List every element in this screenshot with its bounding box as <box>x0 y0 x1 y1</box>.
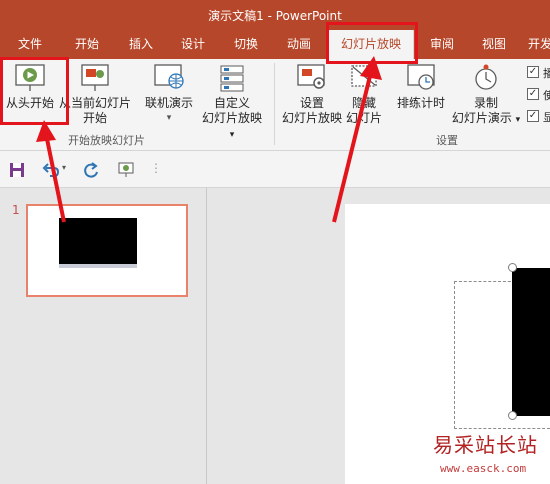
checkbox-show-media-controls[interactable]: ✓ 显 <box>525 109 550 124</box>
tab-home[interactable]: 开始 <box>65 30 109 59</box>
save-icon[interactable] <box>6 160 28 180</box>
undo-dropdown-arrow-icon[interactable]: ▾ <box>62 163 66 172</box>
window-title: 演示文稿1 - PowerPoint <box>208 9 342 23</box>
hide-slide-label: 隐藏 <box>351 96 376 110</box>
start-from-beginning-qat-icon[interactable] <box>116 160 138 180</box>
slide-thumbnail[interactable] <box>26 204 188 297</box>
from-current-label-2: 开始 <box>82 111 107 125</box>
undo-icon[interactable] <box>40 160 62 180</box>
tab-view[interactable]: 视图 <box>472 30 516 59</box>
custom-slideshow-icon <box>220 65 244 92</box>
record-slideshow-button[interactable]: 录制 幻灯片演示 ▾ <box>450 63 522 128</box>
setup-slideshow-label: 设置 <box>299 96 324 110</box>
slideshow-tab-highlight <box>326 22 418 64</box>
timer-icon <box>407 64 435 90</box>
tab-animations[interactable]: 动画 <box>277 30 321 59</box>
thumbnail-image <box>59 218 137 264</box>
record-icon <box>475 64 497 90</box>
tab-transitions[interactable]: 切换 <box>224 30 268 59</box>
watermark-text: 易采站长站 <box>433 433 538 457</box>
rehearse-timings-label: 排练计时 <box>396 96 445 110</box>
title-bar: 演示文稿1 - PowerPoint <box>0 0 550 30</box>
hide-slide-label-2: 幻灯片 <box>345 111 382 125</box>
slide-thumbnail-pane: 1 <box>0 188 206 484</box>
slide-number: 1 <box>12 203 20 217</box>
checkbox-tick-icon: ✓ <box>527 66 539 78</box>
from-beginning-highlight <box>0 57 69 125</box>
ribbon: 从头开始 从当前幻灯片 开始 联机演示 ▾ 自定义 幻灯片放映 ▾ 开始放映幻灯… <box>0 59 550 151</box>
present-online-button[interactable]: 联机演示 ▾ <box>140 63 198 126</box>
setup-slideshow-icon <box>297 64 325 89</box>
group-label-start-slideshow: 开始放映幻灯片 <box>68 134 145 147</box>
tab-developer[interactable]: 开发 <box>528 30 550 59</box>
custom-slideshow-label-2: 幻灯片放映 ▾ <box>201 111 262 140</box>
resize-handle[interactable] <box>508 263 517 272</box>
group-label-setup: 设置 <box>436 134 458 147</box>
tab-insert[interactable]: 插入 <box>119 30 163 59</box>
resize-handle[interactable] <box>508 411 517 420</box>
slide-image[interactable] <box>512 268 550 416</box>
tab-design[interactable]: 设计 <box>171 30 215 59</box>
dropdown-arrow-icon: ▾ <box>515 115 521 125</box>
globe-icon <box>154 64 184 89</box>
setup-slideshow-label-2: 幻灯片放映 <box>281 111 342 125</box>
checkbox-play-narrations[interactable]: ✓ 播 <box>525 65 550 80</box>
redo-icon[interactable] <box>80 160 102 180</box>
tab-review[interactable]: 审阅 <box>420 30 464 59</box>
hide-slide-button[interactable]: 隐藏 幻灯片 <box>344 63 384 126</box>
ribbon-tabs: 文件 开始 插入 设计 切换 动画 幻灯片放映 审阅 视图 开发 <box>0 30 550 59</box>
tab-file[interactable]: 文件 <box>8 30 52 59</box>
customize-qat-icon[interactable]: ⋮ <box>150 161 162 175</box>
quick-access-toolbar: ▾ ⋮ <box>0 151 550 188</box>
custom-slideshow-label: 自定义 <box>213 96 250 110</box>
checkbox-tick-icon: ✓ <box>527 110 539 122</box>
record-slideshow-label: 录制 <box>473 96 498 110</box>
checkbox-use-timings[interactable]: ✓ 使 <box>525 87 550 102</box>
record-slideshow-label-2: 幻灯片演示 ▾ <box>451 111 521 125</box>
dropdown-arrow-icon: ▾ <box>166 113 172 123</box>
hide-slide-icon <box>351 65 377 87</box>
dropdown-arrow-icon: ▾ <box>229 130 235 140</box>
thumbnail-caption-strip <box>59 264 137 268</box>
group-separator <box>274 63 275 145</box>
play-from-current-icon <box>81 64 109 91</box>
from-current-slide-button[interactable]: 从当前幻灯片 开始 <box>58 63 132 126</box>
custom-slideshow-button[interactable]: 自定义 幻灯片放映 ▾ <box>198 63 266 143</box>
watermark-url: www.easck.com <box>440 462 527 475</box>
rehearse-timings-button[interactable]: 排练计时 <box>392 63 450 111</box>
from-current-label: 从当前幻灯片 <box>58 96 131 110</box>
setup-slideshow-button[interactable]: 设置 幻灯片放映 <box>280 63 344 126</box>
checkbox-tick-icon: ✓ <box>527 88 539 100</box>
present-online-label: 联机演示 <box>144 96 193 110</box>
